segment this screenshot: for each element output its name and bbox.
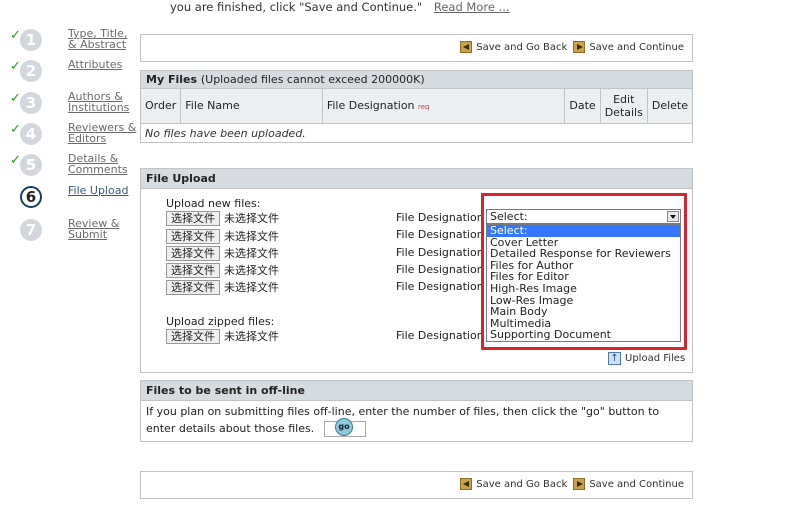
my-files-title: My Files (146, 73, 198, 86)
choose-file-button[interactable]: 选择文件 (166, 245, 220, 261)
step-number: 7 (20, 219, 42, 241)
upload-files-button[interactable]: ↑ Upload Files (608, 352, 685, 365)
no-file-chosen: 未选择文件 (224, 281, 279, 294)
file-input-row-1[interactable]: 选择文件 未选择文件 (166, 210, 279, 226)
no-files-message: No files have been uploaded. (145, 126, 306, 140)
save-continue-button[interactable]: Save and Continue (573, 478, 684, 490)
col-file-designation[interactable]: File Designation req (322, 89, 566, 124)
upload-zipped-files-label: Upload zipped files: (166, 315, 275, 328)
upload-files-label: Upload Files (625, 353, 686, 364)
file-designation-label: File Designation (396, 329, 484, 342)
step-label-authors[interactable]: Authors & Institutions (68, 91, 138, 113)
save-continue-button[interactable]: Save and Continue (573, 41, 684, 53)
no-file-chosen: 未选择文件 (224, 264, 279, 277)
my-files-panel: My Files (Uploaded files cannot exceed 2… (140, 70, 693, 143)
file-input-row-2[interactable]: 选择文件 未选择文件 (166, 228, 279, 244)
file-designation-label: File Designation (396, 211, 484, 224)
no-file-chosen: 未选择文件 (224, 230, 279, 243)
upload-new-files-label: Upload new files: (166, 197, 261, 210)
choose-file-button[interactable]: 选择文件 (166, 328, 220, 344)
step-number: 2 (20, 60, 42, 82)
step-label-reviewers[interactable]: Reviewers & Editors (68, 122, 138, 144)
file-designation-label: File Designation (396, 263, 484, 276)
arrow-right-icon (573, 478, 586, 490)
my-files-note: (Uploaded files cannot exceed 200000K) (200, 73, 425, 86)
step-2[interactable]: ✓ 2 Attributes (8, 59, 133, 89)
col-edit-details[interactable]: Edit Details (600, 89, 648, 124)
required-marker: req (418, 103, 430, 112)
col-file-designation-label: File Designation (326, 99, 415, 113)
step-label-attributes[interactable]: Attributes (68, 59, 138, 70)
step-number: 3 (20, 92, 42, 114)
step-label-details[interactable]: Details & Comments (68, 153, 138, 175)
step-3[interactable]: ✓ 3 Authors & Institutions (8, 91, 133, 121)
step-7[interactable]: 7 Review & Submit (8, 218, 133, 248)
step-number: 1 (20, 29, 42, 51)
no-file-chosen: 未选择文件 (224, 330, 279, 343)
file-input-row-3[interactable]: 选择文件 未选择文件 (166, 245, 279, 261)
arrow-left-icon (460, 41, 473, 53)
highlight-frame (481, 193, 687, 350)
offline-instructions: If you plan on submitting files off-line… (146, 403, 686, 437)
file-input-row-4[interactable]: 选择文件 未选择文件 (166, 262, 279, 278)
file-upload-header: File Upload (141, 169, 692, 189)
col-delete[interactable]: Delete (647, 89, 692, 124)
col-date[interactable]: Date (564, 89, 601, 124)
read-more-link[interactable]: Read More ... (434, 0, 510, 14)
file-input-row-5[interactable]: 选择文件 未选择文件 (166, 279, 279, 295)
file-designation-label: File Designation (396, 228, 484, 241)
col-order[interactable]: Order (141, 89, 182, 124)
choose-file-button[interactable]: 选择文件 (166, 262, 220, 278)
offline-text: If you plan on submitting files off-line… (146, 405, 660, 435)
step-label-file-upload[interactable]: File Upload (68, 185, 138, 196)
save-go-back-label: Save and Go Back (476, 478, 568, 490)
bottom-nav-bar: Save and Go Back Save and Continue (140, 471, 693, 499)
save-continue-label: Save and Continue (589, 478, 684, 490)
save-continue-label: Save and Continue (589, 41, 684, 53)
save-go-back-button[interactable]: Save and Go Back (460, 41, 567, 53)
arrow-left-icon (460, 478, 473, 490)
col-file-name[interactable]: File Name (180, 89, 323, 124)
save-go-back-label: Save and Go Back (476, 41, 568, 53)
my-files-header: My Files (Uploaded files cannot exceed 2… (141, 71, 692, 89)
file-designation-label: File Designation (396, 280, 484, 293)
top-nav-bar: Save and Go Back Save and Continue (140, 34, 693, 62)
save-go-back-button[interactable]: Save and Go Back (460, 478, 567, 490)
step-5[interactable]: ✓ 5 Details & Comments (8, 153, 133, 183)
choose-file-button[interactable]: 选择文件 (166, 279, 220, 295)
step-1[interactable]: ✓ 1 Type, Title, & Abstract (8, 28, 133, 58)
step-number: 4 (20, 123, 42, 145)
step-number: 5 (20, 154, 42, 176)
step-6[interactable]: 6 File Upload (8, 185, 133, 215)
offline-header: Files to be sent in off-line (141, 381, 692, 401)
choose-file-button[interactable]: 选择文件 (166, 228, 220, 244)
step-4[interactable]: ✓ 4 Reviewers & Editors (8, 122, 136, 152)
choose-file-button[interactable]: 选择文件 (166, 210, 220, 226)
step-number: 6 (20, 186, 42, 208)
step-label-type-title[interactable]: Type, Title, & Abstract (68, 28, 138, 50)
no-file-chosen: 未选择文件 (224, 212, 279, 225)
file-designation-label: File Designation (396, 246, 484, 259)
go-button[interactable]: go (335, 418, 353, 436)
intro-message: you are finished, click "Save and Contin… (170, 0, 423, 14)
step-label-review-submit[interactable]: Review & Submit (68, 218, 138, 240)
intro-text: you are finished, click "Save and Contin… (170, 0, 510, 14)
upload-arrow-icon: ↑ (608, 352, 621, 365)
zip-file-input-row[interactable]: 选择文件 未选择文件 (166, 328, 279, 344)
no-file-chosen: 未选择文件 (224, 247, 279, 260)
files-table: Order File Name File Designation req Dat… (141, 89, 692, 124)
arrow-right-icon (573, 41, 586, 53)
